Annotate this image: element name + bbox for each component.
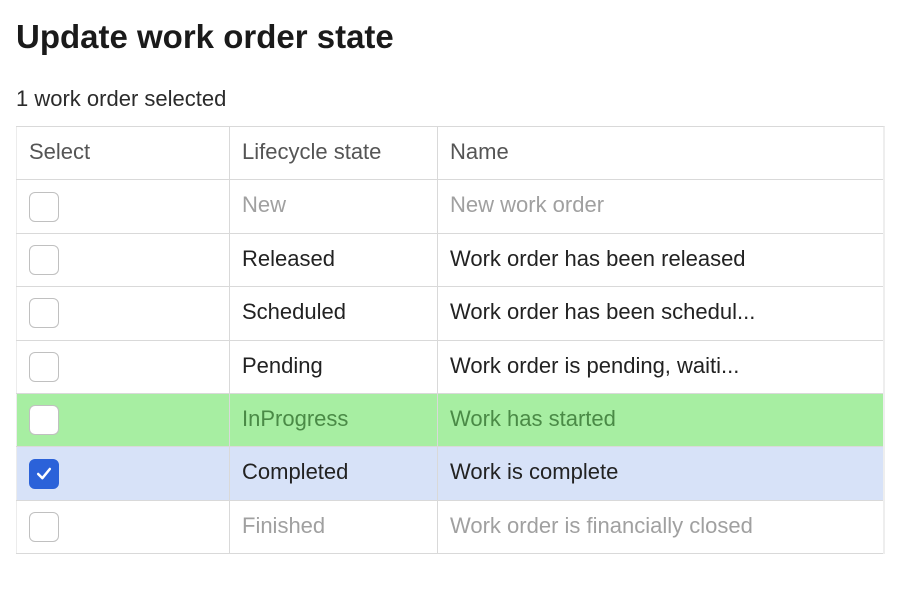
cell-select	[16, 234, 229, 286]
cell-select	[16, 341, 229, 393]
table-row[interactable]: PendingWork order is pending, waiti...	[16, 341, 883, 394]
grid-header: Select Lifecycle state Name	[16, 127, 883, 180]
select-checkbox[interactable]	[29, 245, 59, 275]
select-checkbox[interactable]	[29, 405, 59, 435]
select-checkbox[interactable]	[29, 512, 59, 542]
table-row[interactable]: CompletedWork is complete	[16, 447, 883, 500]
table-row[interactable]: FinishedWork order is financially closed	[16, 501, 883, 554]
cell-name: Work order is pending, waiti...	[437, 341, 883, 393]
cell-name: Work order has been released	[437, 234, 883, 286]
select-checkbox[interactable]	[29, 298, 59, 328]
cell-state: New	[229, 180, 437, 232]
state-grid: Select Lifecycle state Name NewNew work …	[16, 126, 885, 554]
cell-state: Completed	[229, 447, 437, 499]
check-icon	[34, 464, 54, 484]
cell-state: Finished	[229, 501, 437, 553]
cell-name: Work order has been schedul...	[437, 287, 883, 339]
col-header-select[interactable]: Select	[16, 127, 229, 179]
cell-select	[16, 394, 229, 446]
select-checkbox[interactable]	[29, 459, 59, 489]
table-row[interactable]: NewNew work order	[16, 180, 883, 233]
table-row[interactable]: ReleasedWork order has been released	[16, 234, 883, 287]
cell-state: Scheduled	[229, 287, 437, 339]
cell-state: Pending	[229, 341, 437, 393]
cell-select	[16, 501, 229, 553]
cell-name: Work is complete	[437, 447, 883, 499]
cell-select	[16, 180, 229, 232]
select-checkbox[interactable]	[29, 352, 59, 382]
cell-name: Work has started	[437, 394, 883, 446]
cell-name: New work order	[437, 180, 883, 232]
col-header-name[interactable]: Name	[437, 127, 883, 179]
cell-select	[16, 447, 229, 499]
col-header-state[interactable]: Lifecycle state	[229, 127, 437, 179]
table-row[interactable]: ScheduledWork order has been schedul...	[16, 287, 883, 340]
cell-state: Released	[229, 234, 437, 286]
table-row[interactable]: InProgressWork has started	[16, 394, 883, 447]
page-title: Update work order state	[16, 18, 881, 56]
cell-name: Work order is financially closed	[437, 501, 883, 553]
selection-count: 1 work order selected	[16, 86, 881, 112]
cell-select	[16, 287, 229, 339]
select-checkbox[interactable]	[29, 192, 59, 222]
cell-state: InProgress	[229, 394, 437, 446]
